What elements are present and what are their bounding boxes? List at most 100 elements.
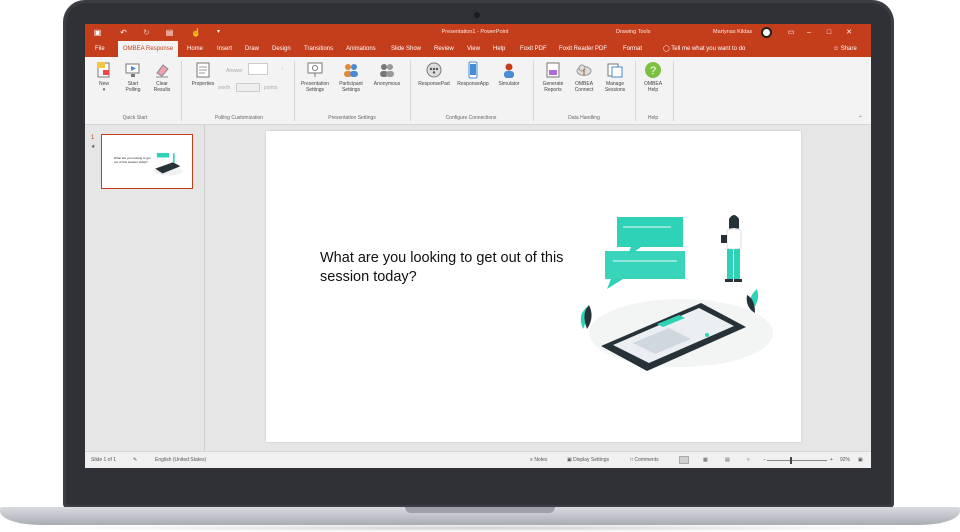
properties-button[interactable]: Properties	[187, 61, 219, 87]
cloud-icon	[576, 64, 592, 76]
ombea-help-button[interactable]: ? OMBEA Help	[638, 61, 668, 93]
ribbon-tabs: File OMBEA Response Home Insert Draw Des…	[85, 41, 871, 57]
share-button[interactable]: ☺ Share	[833, 41, 857, 57]
touch-mode-icon[interactable]: ☝	[191, 28, 201, 37]
ombea-connect-button[interactable]: OMBEA Connect	[569, 61, 599, 93]
phone-survey-illustration	[580, 215, 773, 371]
group-label-quick-start: Quick Start	[122, 115, 148, 121]
slide-counter: Slide 1 of 1	[91, 457, 117, 463]
collapse-ribbon-icon[interactable]: ⌃	[858, 115, 863, 122]
thumbnail-number: 1	[91, 135, 95, 141]
fit-to-window-icon[interactable]: ▣	[858, 457, 863, 463]
tab-format[interactable]: Format	[623, 41, 642, 57]
slide-thumbnail[interactable]: What are you looking to get out of this …	[101, 134, 193, 189]
thumbnail-illustration	[153, 152, 183, 176]
generate-reports-button[interactable]: Generate Reports	[537, 61, 569, 93]
slideshow-icon[interactable]: ▿	[747, 457, 750, 463]
new-icon	[97, 62, 110, 78]
answer-label: Answer	[226, 68, 243, 74]
clear-results-button[interactable]: Clear Results	[147, 61, 177, 93]
eraser-icon	[156, 64, 169, 78]
tab-foxit-pdf[interactable]: Foxit PDF	[520, 41, 547, 57]
notes-button[interactable]: ≡ Notes	[530, 457, 547, 463]
tab-review[interactable]: Review	[434, 41, 454, 57]
properties-icon	[196, 62, 210, 78]
thumbnail-text: What are you looking to get out of this …	[114, 156, 151, 164]
participant-settings-button[interactable]: Participant Settings	[334, 61, 368, 93]
customize-qat-icon[interactable]: ▾	[214, 28, 223, 37]
display-settings-button[interactable]: ▣ Display Settings	[567, 457, 609, 463]
participants-icon	[344, 64, 358, 77]
tab-help[interactable]: Help	[493, 41, 505, 57]
tab-animations[interactable]: Animations	[346, 41, 376, 57]
ribbon-separator	[635, 61, 636, 121]
tab-file[interactable]: File	[95, 41, 105, 57]
language-indicator[interactable]: English (United States)	[155, 457, 206, 463]
spellcheck-icon[interactable]: ✎	[133, 457, 137, 463]
tab-design[interactable]: Design	[272, 41, 291, 57]
zoom-out-button[interactable]: −	[763, 457, 766, 463]
redo-icon[interactable]: ↻	[142, 28, 151, 37]
tab-home[interactable]: Home	[187, 41, 203, 57]
laptop-shadow	[30, 524, 930, 532]
tab-draw[interactable]: Draw	[245, 41, 259, 57]
start-polling-button[interactable]: Start Polling	[119, 61, 147, 93]
tab-ombea-response[interactable]: OMBEA Response	[118, 41, 179, 57]
tab-transitions[interactable]: Transitions	[304, 41, 333, 57]
tab-foxit-reader-pdf[interactable]: Foxit Reader PDF	[559, 41, 607, 57]
presentation-settings-button[interactable]: Presentation Settings	[298, 61, 332, 93]
responsepad-button[interactable]: ResponsePad	[416, 61, 452, 87]
tell-me-search[interactable]: ◯ Tell me what you want to do	[663, 41, 745, 57]
slide-thumbnails-pane: 1 ★ What are you looking to get out of t…	[85, 125, 205, 451]
contextual-tools-label: Drawing Tools	[616, 29, 651, 35]
ribbon-separator	[673, 61, 674, 121]
svg-text:?: ?	[650, 65, 656, 77]
help-icon: ?	[645, 62, 661, 78]
tab-slide-show[interactable]: Slide Show	[391, 41, 421, 57]
simulator-button[interactable]: Simulator	[494, 61, 524, 87]
minimize-button[interactable]: –	[803, 27, 815, 38]
zoom-slider-track[interactable]	[767, 460, 827, 461]
zoom-level[interactable]: 92%	[840, 457, 850, 463]
ribbon-display-options-icon[interactable]: ▭	[785, 27, 797, 38]
reading-view-icon[interactable]: ▤	[725, 457, 730, 463]
maximize-button[interactable]: □	[823, 27, 835, 38]
zoom-slider-thumb[interactable]	[790, 457, 792, 464]
start-polling-icon	[125, 63, 140, 77]
webcam-icon	[474, 12, 480, 18]
close-button[interactable]: ✕	[843, 27, 855, 38]
comments-button[interactable]: □ Comments	[630, 457, 659, 463]
ribbon-separator	[181, 61, 182, 121]
points-input[interactable]	[236, 83, 260, 92]
title-bar: ▣ ↶ ↻ ▤ ☝ ▾ Presentation1 - PowerPoint D…	[85, 24, 871, 41]
group-label-polling-customization: Polling Customization	[214, 115, 264, 121]
normal-view-icon[interactable]	[679, 456, 689, 464]
mobile-phone-icon	[468, 61, 478, 79]
zoom-in-button[interactable]: +	[830, 457, 833, 463]
manage-sessions-icon	[607, 63, 623, 78]
tab-view[interactable]: View	[467, 41, 480, 57]
new-button[interactable]: New ▾	[91, 61, 117, 93]
answer-stepper[interactable]: ↕	[281, 66, 284, 72]
anonymous-button[interactable]: Anonymous	[370, 61, 404, 87]
present-icon[interactable]: ▤	[165, 28, 174, 37]
slide-canvas[interactable]: What are you looking to get out of this …	[266, 131, 801, 442]
tab-insert[interactable]: Insert	[217, 41, 232, 57]
save-icon[interactable]: ▣	[93, 28, 102, 37]
undo-icon[interactable]: ↶	[119, 28, 128, 37]
group-label-configure-connections: Configure Connections	[445, 115, 497, 121]
slide-sorter-icon[interactable]: ▦	[703, 457, 708, 463]
manage-sessions-button[interactable]: Manage Sessions	[599, 61, 631, 93]
simulator-icon	[504, 63, 514, 78]
window-title: Presentation1 - PowerPoint	[441, 29, 509, 35]
points-label: points	[264, 85, 278, 91]
person-icon: ☺	[833, 46, 841, 52]
responseapp-button[interactable]: ResponseApp	[454, 61, 492, 87]
answer-dropdown[interactable]	[248, 63, 268, 75]
anonymous-icon	[380, 64, 394, 77]
user-avatar[interactable]	[761, 27, 772, 38]
user-name[interactable]: Martynas Kildas	[713, 29, 752, 35]
slide-title-text[interactable]: What are you looking to get out of this …	[320, 249, 570, 287]
group-label-presentation-settings: Presentation Settings	[328, 115, 376, 121]
responsepad-icon	[426, 62, 442, 78]
